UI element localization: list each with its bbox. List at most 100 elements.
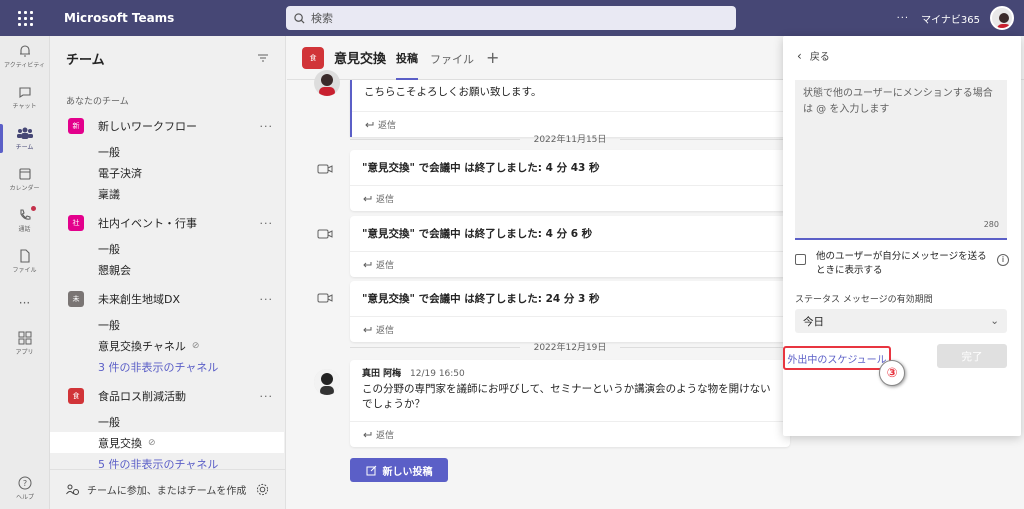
avatar <box>314 369 340 395</box>
reply-button[interactable]: 返信 <box>350 251 790 277</box>
step-callout-badge: ③ <box>879 360 905 386</box>
info-icon[interactable]: i <box>997 254 1009 266</box>
post-card: "意見交換" で会議中 は終了しました: 4 分 6 秒 返信 <box>350 216 790 277</box>
meeting-video-icon <box>317 164 333 174</box>
channel-item[interactable]: 一般 <box>50 141 285 162</box>
team-more-button[interactable]: ··· <box>260 293 274 306</box>
reply-icon <box>363 195 372 201</box>
help-icon: ? <box>18 476 32 490</box>
status-message-panel: ‹ 戻る 状態で他のユーザーにメンションする場合は @ を入力します 280 他… <box>783 36 1021 436</box>
chevron-left-icon: ‹ <box>797 48 802 63</box>
chevron-down-icon: ⌄ <box>990 315 999 327</box>
duration-select[interactable]: 今日 ⌄ <box>795 309 1007 333</box>
schedule-out-of-office-link[interactable]: 外出中のスケジュール <box>783 346 891 370</box>
rail-more[interactable]: ··· <box>0 282 49 323</box>
show-when-messaging-checkbox[interactable] <box>795 254 806 265</box>
svg-text:?: ? <box>23 479 27 488</box>
app-launcher-button[interactable] <box>0 0 50 36</box>
rail-teams[interactable]: チーム <box>0 118 49 159</box>
channel-item[interactable]: 電子決済 <box>50 162 285 183</box>
new-post-button[interactable]: 新しい投稿 <box>350 458 448 482</box>
post-time: 12/19 16:50 <box>410 369 465 379</box>
post-card: "意見交換" で会議中 は終了しました: 24 分 3 秒 返信 <box>350 281 790 342</box>
status-message-input[interactable]: 状態で他のユーザーにメンションする場合は @ を入力します 280 <box>795 80 1007 240</box>
rail-calendar[interactable]: カレンダー <box>0 159 49 200</box>
rail-help[interactable]: ? ヘルプ <box>0 468 50 509</box>
team-regional-dx[interactable]: 未 未来創生地域DX ··· <box>50 284 285 314</box>
team-more-button[interactable]: ··· <box>260 217 274 230</box>
avatar <box>314 70 340 96</box>
search-input[interactable]: 検索 <box>286 6 736 30</box>
reply-icon <box>363 326 372 332</box>
team-new-workflow[interactable]: 新 新しいワークフロー ··· <box>50 111 285 141</box>
team-internal-events[interactable]: 社 社内イベント・行事 ··· <box>50 208 285 238</box>
reply-icon <box>365 121 374 127</box>
rail-activity[interactable]: アクティビティ <box>0 36 49 77</box>
reply-icon <box>363 431 372 437</box>
team-name: 新しいワークフロー <box>98 120 197 133</box>
file-icon <box>19 249 30 263</box>
post-author: 真田 阿梅 <box>362 369 402 379</box>
reply-button[interactable]: 返信 <box>350 185 790 211</box>
team-food-loss[interactable]: 食 食品ロス削減活動 ··· <box>50 381 285 411</box>
rail-files[interactable]: ファイル <box>0 241 49 282</box>
meeting-ended-text: "意見交換" で会議中 は終了しました: 4 分 6 秒 <box>362 228 593 240</box>
app-rail: アクティビティ チャット チーム カレンダー 通話 ファイル ··· アプリ ?… <box>0 36 50 509</box>
notification-dot <box>31 206 36 211</box>
team-name: 未来創生地域DX <box>98 293 181 306</box>
date-separator: 2022年12月19日 <box>350 340 790 353</box>
done-button[interactable]: 完了 <box>937 344 1007 368</box>
post-card: "意見交換" で会議中 は終了しました: 4 分 43 秒 返信 <box>350 150 790 211</box>
duration-label: ステータス メッセージの有効期間 <box>795 295 933 305</box>
team-more-button[interactable]: ··· <box>260 390 274 403</box>
team-badge: 未 <box>68 291 84 307</box>
search-placeholder: 検索 <box>311 12 333 25</box>
channel-item-active[interactable]: 意見交換 ⊘ <box>50 432 284 453</box>
add-tab-button[interactable]: + <box>486 48 499 67</box>
more-options-button[interactable]: ··· <box>897 13 910 24</box>
show-when-messaging-option: 他のユーザーが自分にメッセージを送るときに表示する i <box>795 250 1009 279</box>
channel-item[interactable]: 意見交換チャネル ⊘ <box>50 335 285 356</box>
gear-icon[interactable] <box>256 483 269 496</box>
filter-icon[interactable] <box>257 53 269 63</box>
bell-icon <box>19 45 30 57</box>
rail-calls[interactable]: 通話 <box>0 200 49 241</box>
teams-sidebar: チーム あなたのチーム 新 新しいワークフロー ··· 一般 電子決済 稟議 社… <box>50 36 286 509</box>
channel-item[interactable]: 一般 <box>50 411 285 432</box>
rail-apps[interactable]: アプリ <box>0 323 49 364</box>
compose-icon <box>366 465 376 475</box>
reply-button[interactable]: 返信 <box>350 421 790 447</box>
team-name: 食品ロス削減活動 <box>98 390 186 403</box>
phone-icon <box>19 209 31 220</box>
reply-button[interactable]: 返信 <box>350 316 790 342</box>
post-text: こちらこそよろしくお願い致します。 <box>364 86 542 98</box>
back-button[interactable]: ‹ 戻る <box>797 48 830 64</box>
channel-item[interactable]: 一般 <box>50 314 285 335</box>
post-card: こちらこそよろしくお願い致します。 返信 <box>350 80 790 137</box>
tab-files[interactable]: ファイル <box>430 37 474 79</box>
channel-item[interactable]: 稟議 <box>50 183 285 204</box>
channel-badge: 食 <box>302 46 324 69</box>
join-create-team[interactable]: チームに参加、またはチームを作成 <box>50 469 285 509</box>
team-badge: 社 <box>68 215 84 231</box>
meeting-ended-text: "意見交換" で会議中 は終了しました: 4 分 43 秒 <box>362 162 600 174</box>
channel-title: 意見交換 <box>334 52 387 67</box>
org-name: マイナビ365 <box>921 14 980 26</box>
meeting-video-icon <box>317 293 333 303</box>
hidden-channels-link[interactable]: 3 件の非表示のチャネル <box>50 356 285 377</box>
app-title: Microsoft Teams <box>64 11 175 25</box>
channel-item[interactable]: 懇親会 <box>50 259 285 280</box>
channel-item[interactable]: 一般 <box>50 238 285 259</box>
meeting-video-icon <box>317 229 333 239</box>
search-icon <box>294 12 305 24</box>
profile-avatar[interactable] <box>990 6 1014 30</box>
waffle-icon <box>17 10 33 26</box>
rail-chat[interactable]: チャット <box>0 77 49 118</box>
date-separator: 2022年11月15日 <box>350 132 790 145</box>
calendar-icon <box>18 168 31 180</box>
meeting-ended-text: "意見交換" で会議中 は終了しました: 24 分 3 秒 <box>362 293 600 305</box>
team-badge: 新 <box>68 118 84 134</box>
tab-posts[interactable]: 投稿 <box>396 36 419 80</box>
reply-icon <box>363 261 372 267</box>
team-more-button[interactable]: ··· <box>260 120 274 133</box>
